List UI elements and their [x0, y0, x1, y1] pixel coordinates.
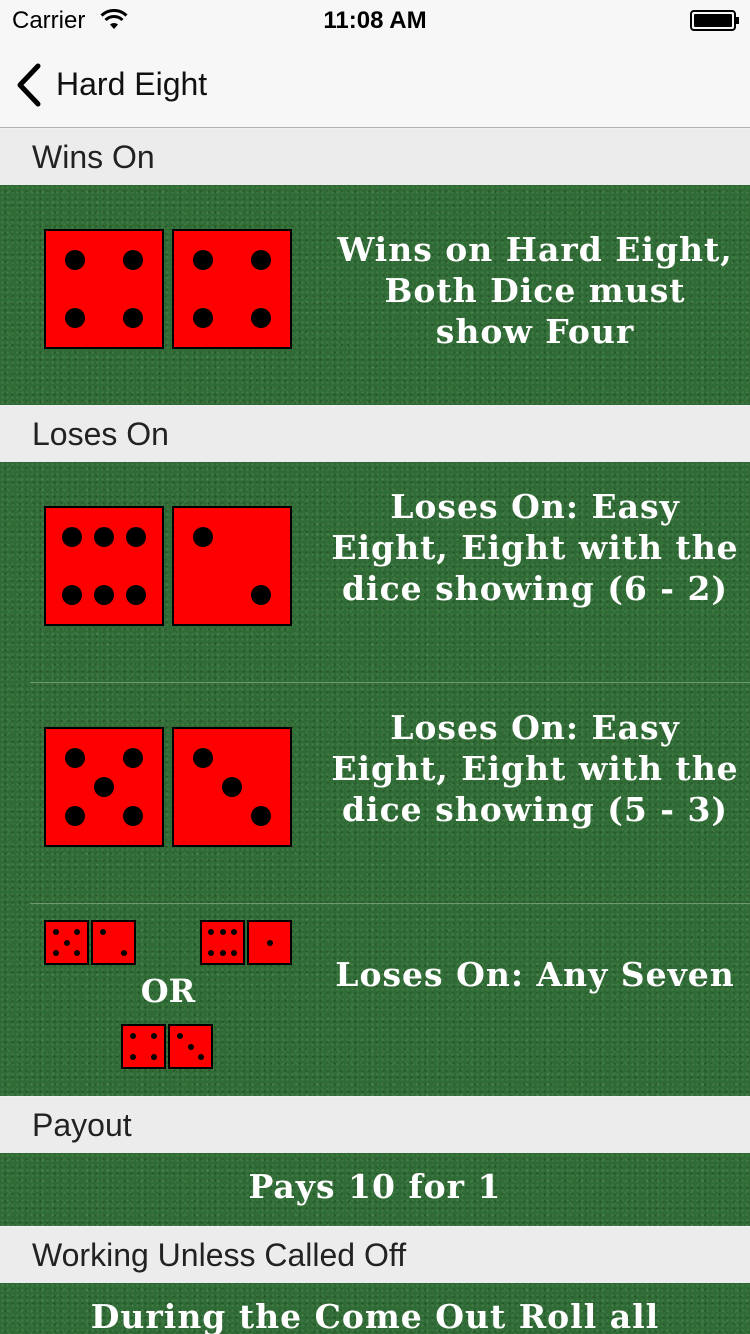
- die-pip: [251, 250, 271, 270]
- die-pip: [65, 308, 85, 328]
- row-description: Loses On: Any Seven: [335, 955, 735, 994]
- back-button[interactable]: Hard Eight: [56, 66, 207, 103]
- die-face-6: [44, 506, 164, 626]
- die-pip: [126, 585, 147, 605]
- navigation-bar: Hard Eight: [0, 40, 750, 128]
- payout-text: Pays 10 for 1: [248, 1167, 502, 1206]
- die-pip: [130, 1053, 137, 1060]
- die-face-5: [44, 920, 89, 965]
- die-pip: [230, 929, 237, 936]
- row-description: Loses On: Easy Eight, Eight with the dic…: [331, 487, 739, 608]
- row-description: Loses On: Easy Eight, Eight with the dic…: [331, 708, 739, 829]
- list-item[interactable]: Wins on Hard Eight, Both Dice must show …: [0, 185, 750, 405]
- list-item[interactable]: Loses On: Easy Eight, Eight with the dic…: [0, 462, 750, 682]
- die-face-1: [247, 920, 292, 965]
- die-pip: [219, 929, 226, 936]
- die-pip: [61, 527, 82, 547]
- die-pip: [150, 1033, 157, 1040]
- die-pip: [251, 806, 271, 826]
- die-pip: [123, 748, 143, 768]
- die-face-3: [168, 1024, 213, 1069]
- die-pip: [94, 777, 114, 797]
- section-header-loses-on: Loses On: [0, 406, 750, 462]
- die-face-6: [200, 920, 245, 965]
- battery-icon: [690, 10, 739, 31]
- die-pip: [251, 308, 271, 328]
- section-header-payout: Payout: [0, 1097, 750, 1153]
- loses-on-panel: Loses On: Easy Eight, Eight with the dic…: [0, 462, 750, 1096]
- die-pip: [193, 308, 213, 328]
- die-pip: [193, 748, 213, 768]
- section-header-wins-on: Wins On: [0, 129, 750, 185]
- die-face-2: [172, 506, 292, 626]
- or-label: OR: [140, 972, 196, 1010]
- die-pip: [100, 929, 107, 936]
- list-item[interactable]: Loses On: Easy Eight, Eight with the dic…: [0, 683, 750, 903]
- die-pip: [177, 1033, 184, 1040]
- die-pip: [73, 949, 80, 956]
- working-panel: During the Come Out Roll all: [0, 1283, 750, 1334]
- die-face-4: [172, 229, 292, 349]
- die-face-4: [44, 229, 164, 349]
- die-face-3: [172, 727, 292, 847]
- section-header-working: Working Unless Called Off: [0, 1227, 750, 1283]
- die-pip: [73, 929, 80, 936]
- die-pip: [208, 929, 215, 936]
- die-pip: [197, 1053, 204, 1060]
- die-pip: [222, 777, 242, 797]
- die-pip: [61, 585, 82, 605]
- list-item[interactable]: OR Loses On: Any Seven: [0, 904, 750, 1096]
- working-text: During the Come Out Roll all: [90, 1297, 660, 1334]
- die-pip: [53, 949, 60, 956]
- die-pip: [94, 585, 114, 605]
- die-pip: [230, 949, 237, 956]
- status-bar: Carrier 11:08 AM: [0, 0, 750, 40]
- chevron-left-icon[interactable]: [14, 62, 44, 108]
- clock: 11:08 AM: [323, 7, 427, 34]
- die-face-5: [44, 727, 164, 847]
- die-pip: [123, 250, 143, 270]
- die-pip: [120, 949, 127, 956]
- die-pip: [193, 527, 213, 547]
- die-pip: [123, 308, 143, 328]
- die-pip: [193, 250, 213, 270]
- die-pip: [63, 939, 70, 946]
- die-pip: [266, 939, 273, 946]
- die-pip: [123, 806, 143, 826]
- die-pip: [65, 748, 85, 768]
- die-pip: [126, 527, 147, 547]
- die-pip: [130, 1033, 137, 1040]
- die-pip: [65, 806, 85, 826]
- wins-on-panel: Wins on Hard Eight, Both Dice must show …: [0, 185, 750, 405]
- payout-panel: Pays 10 for 1: [0, 1153, 750, 1226]
- die-pip: [150, 1053, 157, 1060]
- die-pip: [53, 929, 60, 936]
- die-pip: [251, 585, 271, 605]
- die-face-2: [91, 920, 136, 965]
- die-face-4: [121, 1024, 166, 1069]
- die-pip: [187, 1043, 194, 1050]
- die-pip: [219, 949, 226, 956]
- die-pip: [94, 527, 114, 547]
- die-pip: [65, 250, 85, 270]
- die-pip: [208, 949, 215, 956]
- row-description: Wins on Hard Eight, Both Dice must show …: [337, 230, 733, 351]
